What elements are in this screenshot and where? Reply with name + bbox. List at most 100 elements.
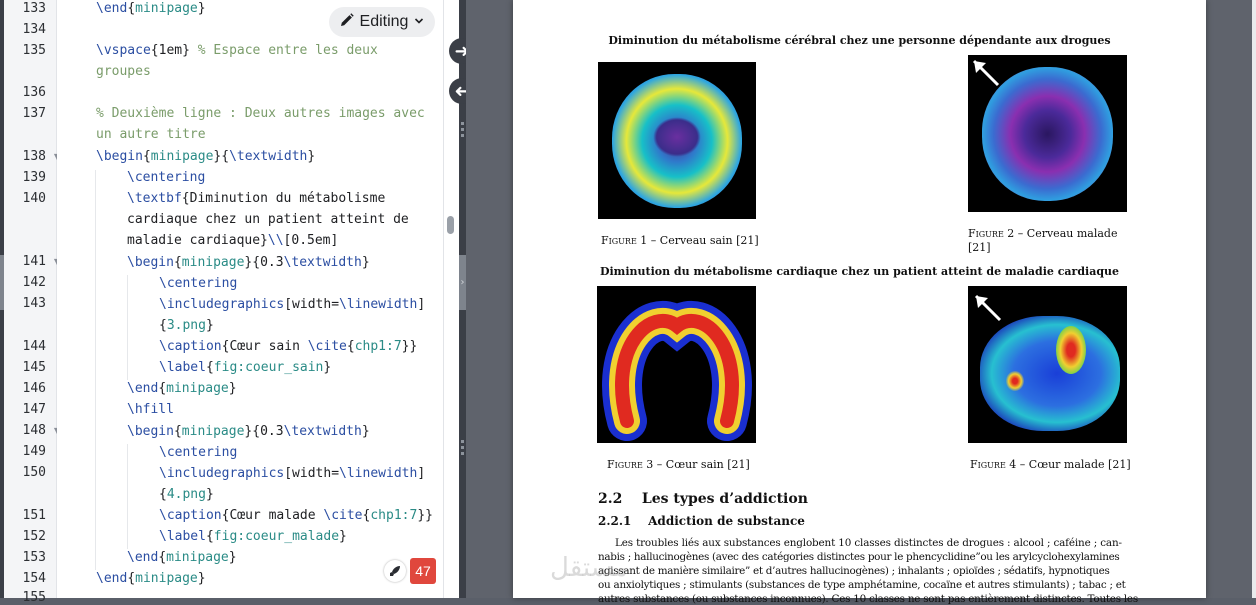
arrow-icon [974, 294, 1002, 322]
chevron-right-icon[interactable]: › [459, 255, 466, 310]
rocket-icon[interactable] [384, 560, 406, 582]
heart-healthy-image [597, 286, 756, 443]
code-line-146[interactable]: \end{minipage} [127, 378, 237, 399]
divider-grip[interactable] [461, 440, 464, 458]
code-token: \caption [159, 339, 222, 354]
code-token: chp1:7 [354, 339, 402, 354]
figure-group-title: Diminution du métabolisme cérébral chez … [608, 34, 1111, 47]
figure-2-caption-wrap: [21] [968, 241, 991, 254]
code-line-143[interactable]: \includegraphics[width=\linewidth] [159, 294, 425, 315]
brain-diseased-image [968, 55, 1127, 212]
code-token: {1em} [150, 43, 198, 58]
caption-label: Figure [601, 234, 637, 247]
code-line-143-wrap[interactable]: {3.png} [159, 315, 214, 336]
code-line-150-wrap[interactable]: {4.png} [159, 484, 214, 505]
editor-scrollbar-thumb[interactable] [447, 216, 454, 234]
code-line-135-wrap[interactable]: groupes [96, 61, 151, 82]
code-token: minipage [181, 424, 245, 439]
code-token: } [339, 529, 347, 544]
line-number: 138 [22, 149, 46, 164]
line-number: 142 [22, 275, 46, 290]
code-token: }{ [213, 149, 230, 164]
code-token: {Diminution du métabolisme [181, 191, 386, 206]
code-token: \textbf [127, 191, 182, 206]
pdf-scrollbar[interactable] [1252, 0, 1256, 598]
code-line-145[interactable]: \label{fig:coeur_sain} [159, 357, 331, 378]
line-number: 148 [22, 423, 46, 438]
code-line-140-wrap[interactable]: maladie cardiaque}\\[0.5em] [127, 230, 338, 251]
code-token: { [346, 339, 355, 354]
code-line-152[interactable]: \label{fig:coeur_malade} [159, 526, 347, 547]
watermark-logo: مستقل [550, 553, 628, 583]
code-token: chp1:7 [370, 508, 418, 523]
code-token: }} [401, 339, 418, 354]
section-heading: 2.2 Les types d’addiction [598, 491, 808, 507]
code-token: 4.png [166, 487, 206, 502]
line-number: 136 [22, 85, 46, 100]
code-token: } [205, 318, 214, 333]
notification-badge[interactable]: 47 [410, 558, 436, 584]
caption-text: 1 – Cerveau sain [21] [636, 234, 759, 247]
editing-mode-button[interactable]: Editing [329, 7, 435, 37]
code-token: \end [127, 381, 159, 396]
code-token: } [228, 381, 237, 396]
code-token: { [205, 360, 214, 375]
line-number: 143 [22, 296, 46, 311]
code-line-142[interactable]: \centering [159, 273, 237, 294]
code-token: { [173, 255, 182, 270]
figure-2-caption: Figure 2 – Cerveau malade [968, 227, 1117, 240]
code-token: } [323, 360, 332, 375]
line-number: 135 [22, 43, 46, 58]
line-number: 141 [22, 254, 46, 269]
code-line-144[interactable]: \caption{Cœur sain \cite{chp1:7}} [159, 336, 417, 357]
code-token: \\ [267, 233, 284, 248]
code-token: ] [417, 297, 426, 312]
code-line-149[interactable]: \centering [159, 442, 237, 463]
line-number: 133 [22, 1, 46, 16]
code-token: } [361, 255, 370, 270]
code-token: } [228, 550, 237, 565]
code-editor[interactable]: \end{minipage} \vspace{1em} % Espace ent… [57, 0, 443, 598]
divider-grip[interactable] [461, 122, 464, 140]
code-token: { [142, 149, 151, 164]
line-number: 139 [22, 170, 46, 185]
figure-1-caption: Figure 1 – Cerveau sain [21] [601, 234, 759, 247]
body-paragraph-line: autres substances (ou substances inconnu… [598, 593, 1138, 605]
code-token: \cite [307, 339, 347, 354]
code-token: \textwidth [283, 255, 362, 270]
code-token: } [205, 487, 214, 502]
code-line-135[interactable]: \vspace{1em} % Espace entre les deux [96, 40, 378, 61]
code-line-137[interactable]: % Deuxième ligne : Deux autres images av… [96, 103, 425, 124]
code-line-139[interactable]: \centering [127, 167, 205, 188]
line-number: 134 [22, 22, 46, 37]
code-line-140[interactable]: \textbf{Diminution du métabolisme [127, 188, 385, 209]
line-number: 153 [22, 550, 46, 565]
code-token: \linewidth [339, 466, 418, 481]
code-line-147[interactable]: \hfill [127, 399, 174, 420]
code-line-154[interactable]: \end{minipage} [96, 568, 206, 589]
code-token: 3.png [166, 318, 206, 333]
code-token: % Espace entre les deux [197, 43, 378, 58]
code-line-141[interactable]: \begin{minipage}{0.3\textwidth} [127, 252, 370, 273]
code-line-133[interactable]: \end{minipage} [96, 0, 206, 19]
code-token: }{0.3 [244, 424, 284, 439]
code-line-148[interactable]: \begin{minipage}{0.3\textwidth} [127, 421, 370, 442]
code-token: [width= [284, 466, 340, 481]
code-token: fig:coeur_malade [213, 529, 340, 544]
code-line-137-wrap[interactable]: un autre titre [96, 124, 206, 145]
code-token: fig:coeur_sain [213, 360, 324, 375]
code-line-138[interactable]: \begin{minipage}{\textwidth} [96, 146, 315, 167]
code-token: { [205, 529, 214, 544]
code-line-153[interactable]: \end{minipage} [127, 547, 237, 568]
code-line-140-wrap[interactable]: cardiaque chez un patient atteint de [127, 209, 409, 230]
code-token: minipage [135, 571, 198, 586]
line-number: 150 [22, 465, 46, 480]
code-token: } [361, 424, 370, 439]
code-token: \includegraphics [159, 466, 285, 481]
code-line-151[interactable]: \caption{Cœur malade \cite{chp1:7}} [159, 505, 433, 526]
code-token: { [159, 318, 167, 333]
code-line-150[interactable]: \includegraphics[width=\linewidth] [159, 463, 425, 484]
heart-diseased-image [968, 286, 1127, 443]
code-token: \end [127, 550, 159, 565]
code-token: } [197, 571, 206, 586]
